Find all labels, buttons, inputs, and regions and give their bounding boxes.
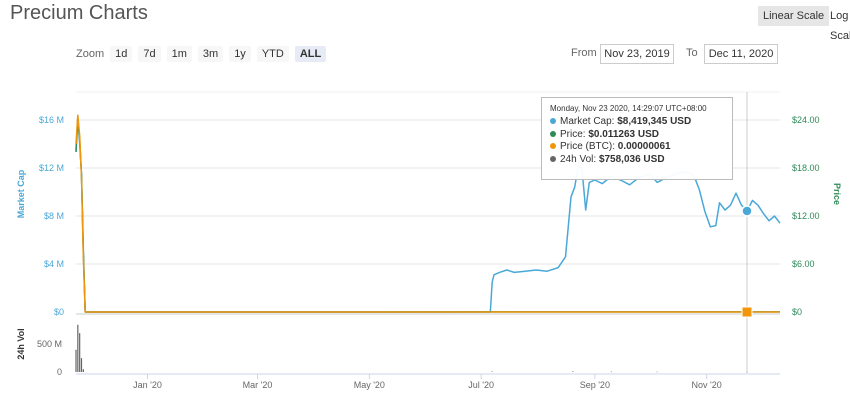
tooltip-value: $8,419,345 USD: [617, 116, 692, 127]
market-cap-dot-icon: [550, 118, 556, 125]
left-tick-label: $0: [54, 307, 64, 317]
tooltip-row-volume: 24h Vol: $758,036 USD: [550, 154, 724, 167]
volume-tick-label: 500 M: [37, 339, 62, 349]
tooltip-label: Price:: [560, 128, 586, 140]
x-tick-label: Nov '20: [692, 380, 722, 390]
right-axis-title: Price: [832, 183, 842, 205]
volume-bar: [79, 333, 81, 372]
tooltip-label: Price (BTC):: [560, 141, 615, 152]
tooltip-row-price: Price: $0.011263 USD: [550, 129, 724, 142]
market-cap-hover-marker: [741, 205, 753, 217]
tooltip-label: 24h Vol:: [560, 153, 597, 165]
x-tick-label: Jan '20: [133, 380, 162, 390]
right-tick-label: $24.00: [792, 115, 820, 125]
volume-bar: [572, 371, 574, 372]
tooltip-row-price-btc: Price (BTC): 0.00000061: [550, 141, 724, 154]
volume-axis-title: 24h Vol: [16, 328, 26, 359]
volume-dot-icon: [550, 155, 556, 162]
price-dot-icon: [550, 130, 556, 137]
tooltip-value: $0.011263 USD: [588, 128, 659, 140]
volume-bar: [75, 349, 77, 372]
volume-bar: [656, 371, 658, 373]
x-tick-label: May '20: [354, 380, 385, 390]
right-tick-label: $18.00: [792, 163, 820, 173]
volume-bar: [491, 371, 493, 372]
chart-tooltip: Monday, Nov 23 2020, 14:29:07 UTC+08:00 …: [541, 97, 733, 180]
right-tick-label: $12.00: [792, 211, 820, 221]
left-tick-label: $16 M: [39, 115, 64, 125]
x-tick-label: Jul '20: [468, 380, 494, 390]
volume-tick-label: 0: [57, 367, 62, 377]
price-hover-marker: [741, 306, 753, 318]
left-tick-label: $8 M: [44, 211, 64, 221]
volume-bar: [746, 371, 748, 373]
left-tick-label: $4 M: [44, 259, 64, 269]
x-tick-label: Mar '20: [243, 380, 273, 390]
left-axis-title: Market Cap: [16, 169, 26, 218]
tooltip-value: 0.00000061: [617, 141, 671, 152]
left-tick-label: $12 M: [39, 163, 64, 173]
tooltip-label: Market Cap:: [560, 116, 615, 127]
right-tick-label: $6.00: [792, 259, 815, 269]
price-chart[interactable]: $0 $0 $4 M $6.00 $8 M $12.00 $12 M $18.00 $16 M $…: [0, 0, 850, 400]
right-tick-label: $0: [792, 307, 802, 317]
volume-bar: [82, 369, 84, 372]
volume-bar: [610, 371, 612, 373]
tooltip-date: Monday, Nov 23 2020, 14:29:07 UTC+08:00: [550, 104, 707, 113]
x-tick-label: Sep '20: [580, 380, 610, 390]
volume-bar: [80, 358, 83, 372]
price-btc-dot-icon: [550, 143, 556, 150]
volume-bar: [77, 324, 79, 372]
tooltip-value: $758,036 USD: [598, 153, 665, 165]
tooltip-row-market-cap: Market Cap: $8,419,345 USD: [550, 116, 724, 129]
